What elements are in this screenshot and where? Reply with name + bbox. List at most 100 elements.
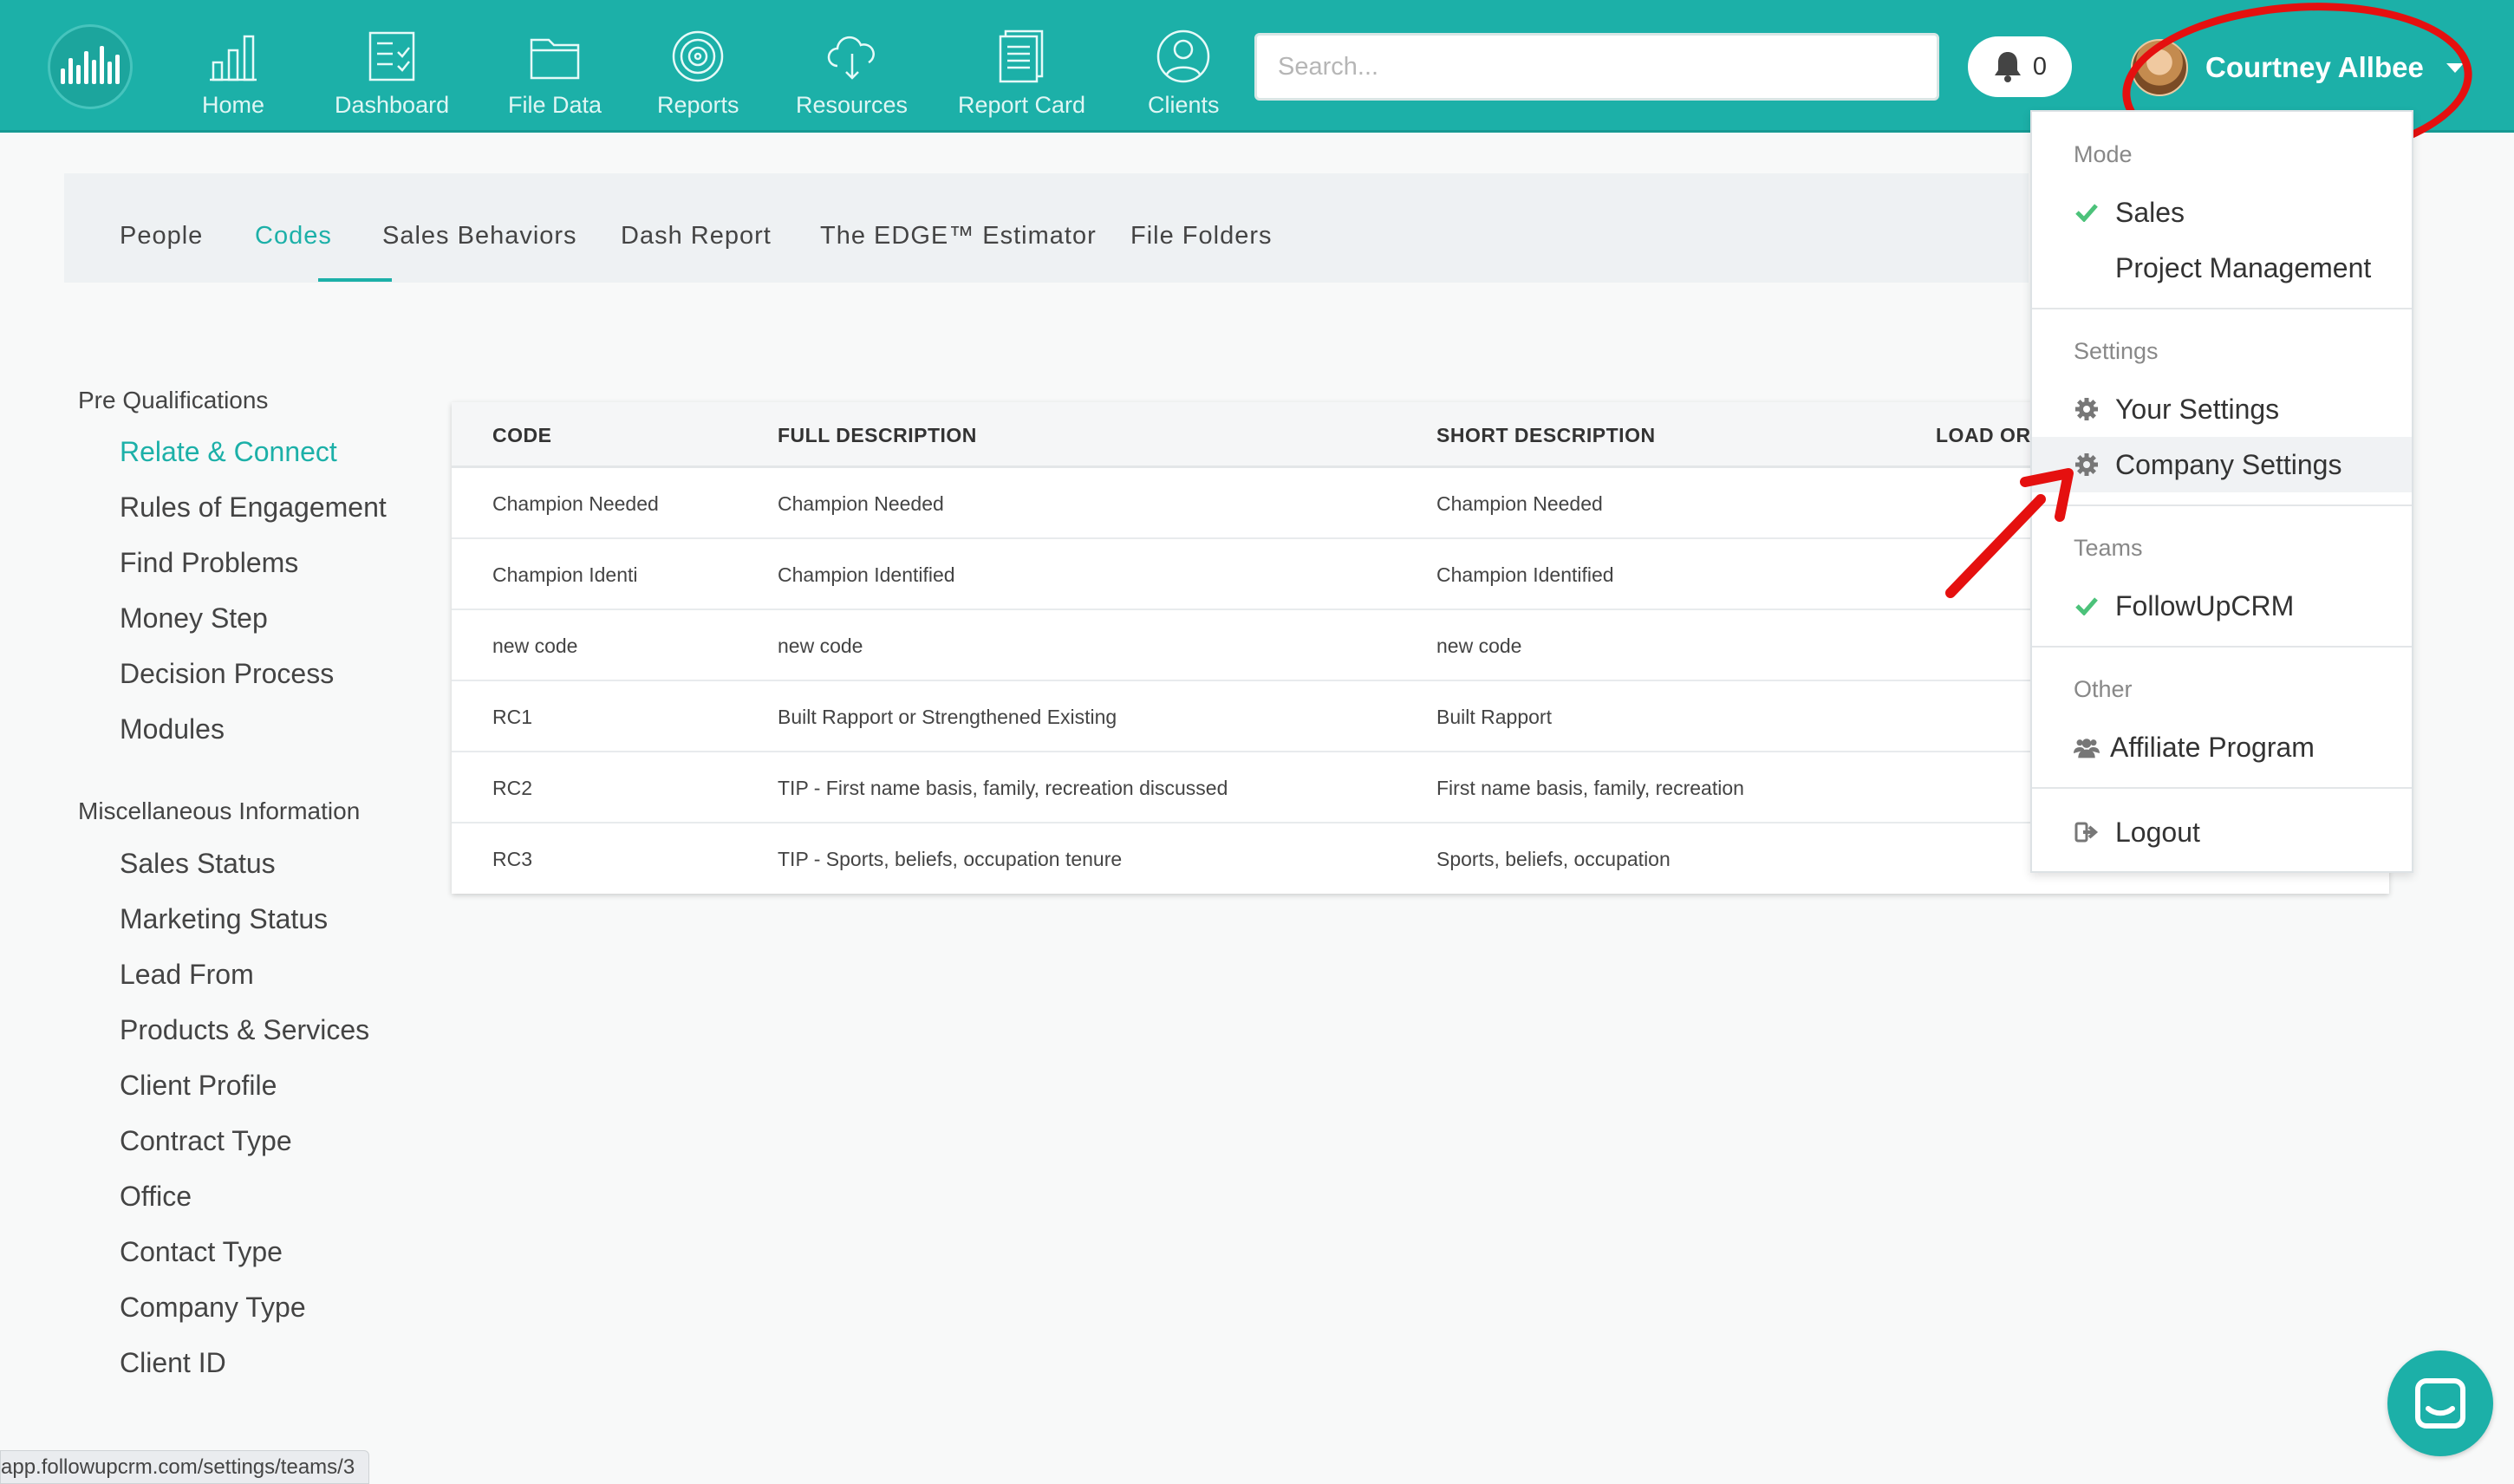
cell-short-description: First name basis, family, recreation	[1436, 777, 1744, 799]
menu-item-label: Logout	[2115, 816, 2200, 848]
search-input[interactable]	[1254, 33, 1939, 101]
menu-item-affiliate-program[interactable]: Affiliate Program	[2032, 719, 2412, 775]
sidebar-item-decision-process[interactable]: Decision Process	[120, 658, 334, 690]
cell-short-description: new code	[1436, 635, 1522, 657]
avatar	[2131, 39, 2188, 96]
tab-bar: People Codes Sales Behaviors Dash Report…	[64, 173, 2029, 283]
menu-divider	[2032, 308, 2412, 309]
sidebar-item-office[interactable]: Office	[120, 1181, 192, 1213]
section-heading-misc-info: Miscellaneous Information	[78, 797, 361, 824]
menu-item-project-management-mode[interactable]: Project Management	[2032, 240, 2412, 296]
nav-home[interactable]: Home	[202, 28, 264, 123]
menu-item-logout[interactable]: Logout	[2032, 804, 2412, 860]
nav-home-label: Home	[202, 92, 265, 118]
menu-item-sales-mode[interactable]: Sales	[2032, 185, 2412, 240]
menu-item-label: Project Management	[2115, 251, 2372, 283]
gear-icon	[2074, 452, 2100, 478]
cell-code: RC2	[492, 777, 533, 799]
check-icon	[2074, 199, 2100, 225]
nav-report-card[interactable]: Report Card	[958, 28, 1085, 123]
users-icon	[2074, 734, 2100, 760]
cell-code: RC1	[492, 706, 533, 728]
column-header-load-order[interactable]: LOAD ORI	[1936, 424, 2036, 447]
target-icon	[673, 30, 724, 82]
menu-divider	[2032, 646, 2412, 648]
cell-code: Champion Needed	[492, 492, 659, 515]
sidebar-item-sales-status[interactable]: Sales Status	[120, 848, 276, 880]
app-logo-icon[interactable]	[48, 24, 133, 109]
section-heading-pre-qualifications: Pre Qualifications	[78, 387, 269, 413]
menu-item-label: Sales	[2115, 196, 2185, 228]
tab-edge-estimator[interactable]: The EDGE™ Estimator	[820, 222, 1097, 251]
cell-code: Champion Identi	[492, 563, 638, 586]
sidebar-item-relate-connect[interactable]: Relate & Connect	[120, 436, 337, 468]
active-tab-indicator	[318, 278, 392, 282]
user-menu-toggle[interactable]: Courtney Allbee	[2131, 29, 2464, 106]
dropdown-heading-other: Other	[2074, 676, 2133, 702]
sidebar-item-modules[interactable]: Modules	[120, 713, 225, 745]
caret-down-icon	[2446, 62, 2464, 73]
sidebar-item-client-id[interactable]: Client ID	[120, 1347, 226, 1379]
cell-short-description: Sports, beliefs, occupation	[1436, 848, 1671, 870]
nav-dashboard-label: Dashboard	[335, 92, 450, 118]
sidebar-item-products-services[interactable]: Products & Services	[120, 1014, 369, 1046]
tab-file-folders[interactable]: File Folders	[1130, 222, 1273, 251]
check-icon	[2074, 593, 2100, 619]
menu-item-team-followupcrm[interactable]: FollowUpCRM	[2032, 578, 2412, 634]
sidebar-item-rules-of-engagement[interactable]: Rules of Engagement	[120, 491, 387, 524]
menu-item-your-settings[interactable]: Your Settings	[2032, 381, 2412, 437]
cell-short-description: Champion Needed	[1436, 492, 1603, 515]
nav-clients[interactable]: Clients	[1148, 28, 1220, 123]
sidebar-item-contract-type[interactable]: Contract Type	[120, 1125, 292, 1157]
tab-sales-behaviors[interactable]: Sales Behaviors	[382, 222, 577, 251]
cell-short-description: Built Rapport	[1436, 706, 1552, 728]
nav-reports[interactable]: Reports	[657, 28, 739, 123]
cell-full-description: TIP - Sports, beliefs, occupation tenure	[778, 848, 1123, 870]
cell-full-description: Champion Needed	[778, 492, 944, 515]
column-header-full-description[interactable]: FULL DESCRIPTION	[778, 424, 977, 447]
cell-short-description: Champion Identified	[1436, 563, 1614, 586]
user-dropdown-menu: Mode Sales Project Management Settings Y…	[2030, 110, 2413, 873]
sidebar-item-find-problems[interactable]: Find Problems	[120, 547, 298, 579]
menu-item-label: Company Settings	[2115, 448, 2342, 480]
cell-code: new code	[492, 635, 578, 657]
dropdown-heading-teams: Teams	[2074, 535, 2143, 561]
sign-out-icon	[2074, 819, 2100, 845]
tab-dash-report[interactable]: Dash Report	[621, 222, 772, 251]
nav-file-data[interactable]: File Data	[508, 28, 602, 123]
cell-full-description: Built Rapport or Strengthened Existing	[778, 706, 1117, 728]
menu-item-company-settings[interactable]: Company Settings	[2032, 437, 2412, 492]
sidebar-item-company-type[interactable]: Company Type	[120, 1292, 306, 1324]
menu-divider	[2032, 504, 2412, 506]
sidebar-item-contact-type[interactable]: Contact Type	[120, 1236, 283, 1268]
menu-item-label: FollowUpCRM	[2115, 589, 2295, 622]
chat-launcher-button[interactable]	[2387, 1351, 2493, 1456]
user-name: Courtney Allbee	[2205, 51, 2424, 83]
gear-icon	[2074, 396, 2100, 422]
nav-reports-label: Reports	[657, 92, 739, 118]
menu-item-label: Your Settings	[2115, 393, 2280, 425]
sidebar-item-money-step[interactable]: Money Step	[120, 602, 268, 635]
cloud-icon	[827, 36, 875, 80]
menu-item-label: Affiliate Program	[2110, 731, 2315, 763]
tab-people[interactable]: People	[120, 222, 203, 251]
sidebar-item-lead-from[interactable]: Lead From	[120, 959, 254, 991]
column-header-code[interactable]: CODE	[492, 424, 551, 447]
cell-code: RC3	[492, 848, 533, 870]
sidebar-item-marketing-status[interactable]: Marketing Status	[120, 903, 328, 935]
nav-report-card-label: Report Card	[958, 92, 1086, 118]
chat-icon	[2415, 1378, 2465, 1429]
browser-status-url: app.followupcrm.com/settings/teams/3	[0, 1450, 370, 1484]
nav-dashboard[interactable]: Dashboard	[335, 28, 449, 123]
tab-codes[interactable]: Codes	[255, 222, 332, 251]
dashboard-icon	[368, 31, 415, 81]
notifications-button[interactable]: 0	[1968, 36, 2072, 97]
nav-resources-label: Resources	[796, 92, 909, 118]
notification-count: 0	[2032, 52, 2048, 81]
bell-icon	[1994, 52, 2021, 82]
column-header-short-description[interactable]: SHORT DESCRIPTION	[1436, 424, 1656, 447]
sidebar-item-client-profile[interactable]: Client Profile	[120, 1070, 277, 1102]
report-card-icon	[999, 29, 1043, 83]
cell-full-description: new code	[778, 635, 863, 657]
nav-resources[interactable]: Resources	[796, 28, 908, 123]
